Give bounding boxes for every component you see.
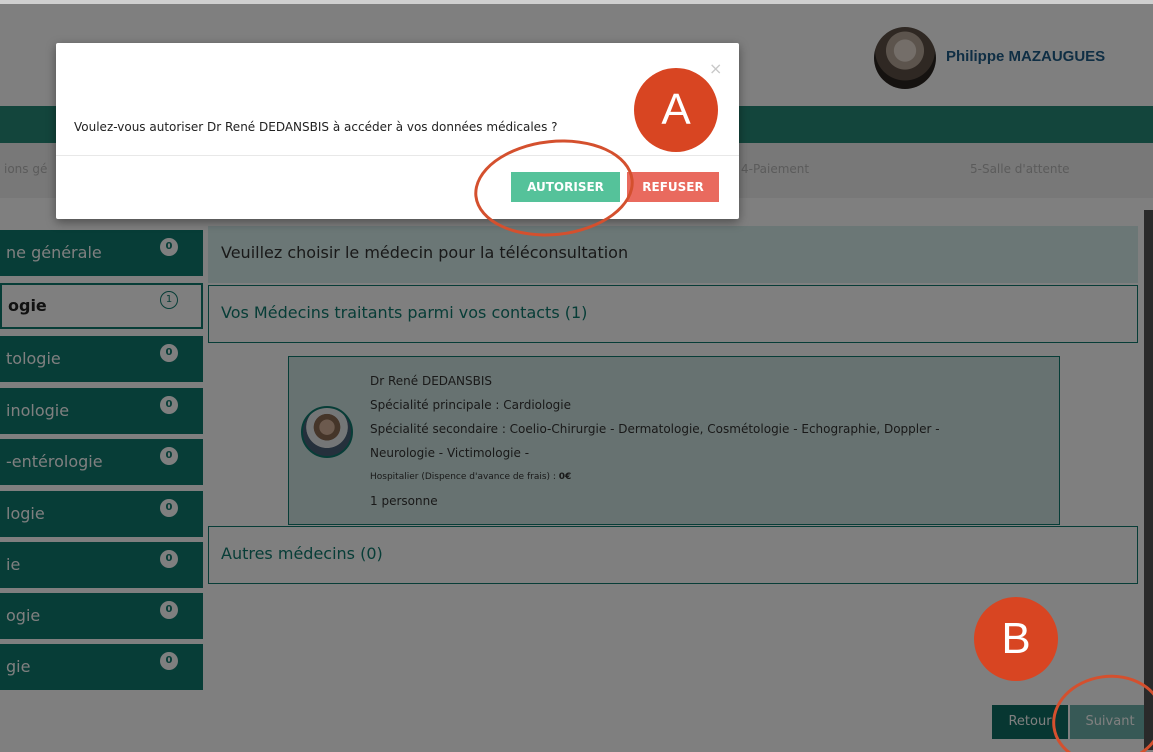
annotation-marker-b: B: [974, 597, 1058, 681]
close-icon[interactable]: ×: [709, 59, 722, 78]
dialog-divider: [56, 155, 739, 156]
annotation-marker-a: A: [634, 68, 718, 152]
authorization-dialog: × Voulez-vous autoriser Dr René DEDANSBI…: [56, 43, 739, 219]
refuse-button[interactable]: REFUSER: [627, 172, 719, 202]
dialog-message: Voulez-vous autoriser Dr René DEDANSBIS …: [74, 120, 558, 134]
window-top-edge: [0, 0, 1153, 4]
